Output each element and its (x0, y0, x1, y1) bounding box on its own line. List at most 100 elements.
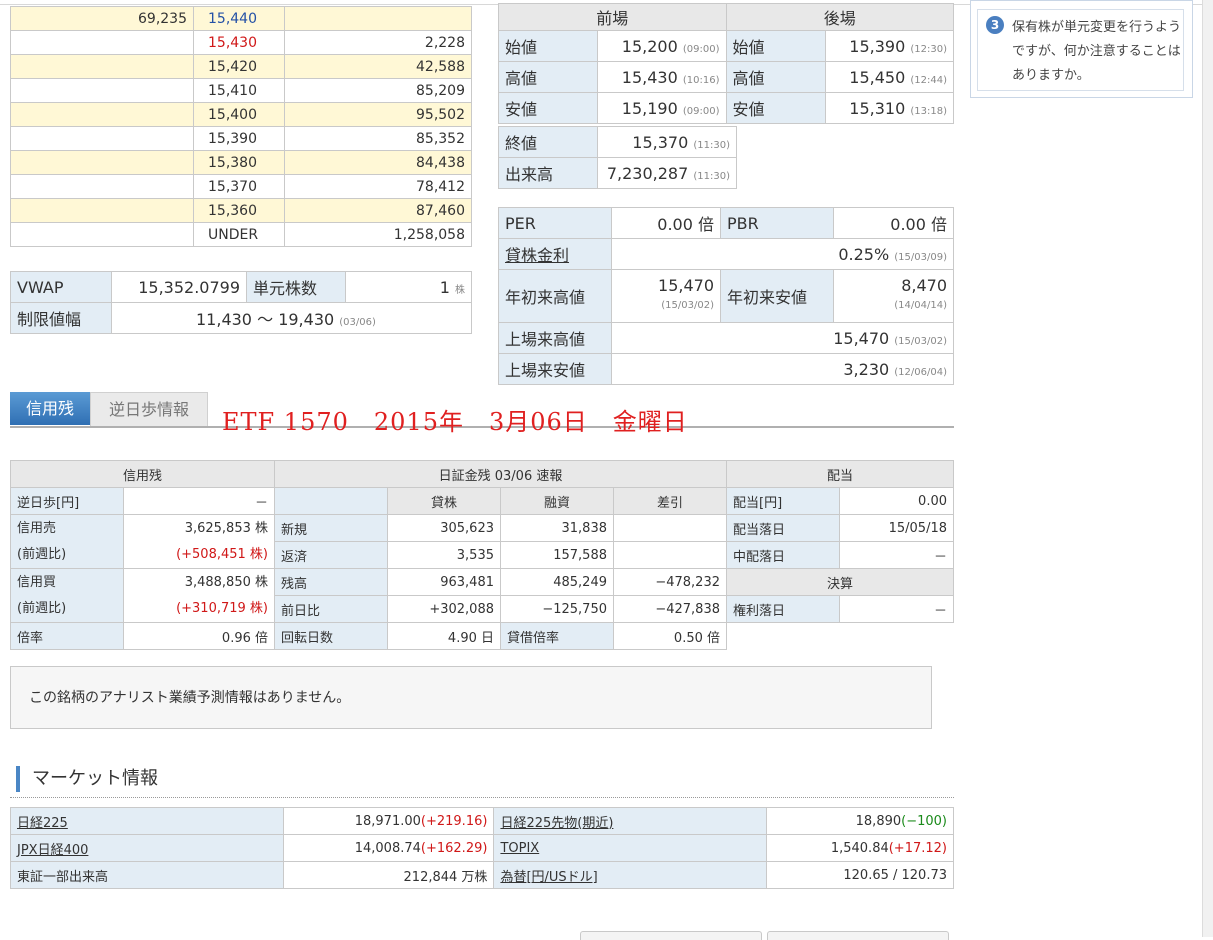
vwap-table: VWAP 15,352.0799 単元株数 1 株 制限値幅 11,430 〜 … (10, 271, 472, 334)
credit-buy-title: 信用買 (17, 574, 57, 590)
listed-low-label: 上場来安値 (498, 353, 612, 385)
ytd-low-number: 8,470 (901, 276, 947, 295)
dividend-header: 配当 (726, 460, 954, 488)
ytd-high-date: (15/03/02) (661, 300, 714, 311)
pm-price: 15,450 (849, 67, 906, 87)
board-price: UNDER (193, 222, 285, 247)
tab-reverse-daily-fee[interactable]: 逆日歩情報 (90, 392, 208, 426)
per-unit: 倍 (697, 215, 714, 234)
pm-price: 15,390 (849, 36, 906, 56)
overlay-annotation: ETF 1570 2015年 3月06日 金曜日 (222, 408, 688, 436)
buy-quantity: 95,502 (284, 102, 472, 127)
new-loan: 31,838 (500, 514, 614, 542)
market-value-change: (+17.12) (888, 840, 947, 856)
listed-low-number: 3,230 (843, 359, 890, 379)
pm-value: 15,390 (12:30) (824, 30, 954, 62)
board-price: 15,440 (193, 6, 285, 31)
market-index-label[interactable]: 日経225 (10, 807, 284, 835)
credit-header: 信用残 (10, 460, 275, 488)
new-label: 新規 (274, 514, 388, 542)
pm-time: (12:44) (910, 74, 947, 86)
unit-value: 1 株 (345, 271, 472, 303)
market-index-label[interactable]: 東証一部出来高 (10, 861, 284, 889)
unit-suffix: 株 (455, 284, 465, 296)
board-price: 15,410 (193, 78, 285, 103)
balance-lend: 963,481 (387, 568, 501, 596)
board-price: 15,370 (193, 174, 285, 199)
market-index-link[interactable]: JPX日経400 (17, 843, 88, 858)
prev-day-lend: +302,088 (387, 595, 501, 623)
faq-tip-text[interactable]: 保有株が単元変更を行うようですが、何か注意することはありますか。 (1012, 16, 1182, 88)
close-time: (11:30) (693, 139, 730, 151)
board-row: UNDER 1,258,058 (10, 222, 472, 247)
board-price: 15,430 (193, 30, 285, 55)
bottom-button-left[interactable] (580, 931, 762, 940)
close-number: 15,370 (632, 132, 689, 152)
market-index-link[interactable]: 為替[円/USドル] (500, 870, 597, 885)
new-lend: 305,623 (387, 514, 501, 542)
tab-margin-balance[interactable]: 信用残 (10, 392, 90, 425)
market-title: マーケット情報 (16, 766, 158, 792)
nissho-corner (274, 487, 388, 515)
col-lend: 貸株 (387, 487, 501, 515)
board-row: 15,360 87,460 (10, 198, 472, 223)
sell-quantity (10, 54, 194, 79)
pm-time: (12:30) (910, 43, 947, 55)
ex-dividend-value: 15/05/18 (839, 514, 954, 542)
margin-table: 信用残 日証金残 03/06 速報 配当 逆日歩[円] － 貸株 融資 差引 配… (10, 460, 954, 650)
session-close-table: 終値 15,370 (11:30) 出来高 7,230,287 (11:30) (498, 126, 737, 189)
market-index-label[interactable]: JPX日経400 (10, 834, 284, 862)
am-price: 15,190 (621, 98, 678, 118)
board-price: 15,380 (193, 150, 285, 175)
market-index-link[interactable]: 日経225 (17, 816, 68, 831)
lending-rate-link[interactable]: 貸株金利 (505, 246, 569, 265)
faq-tip[interactable]: 3 保有株が単元変更を行うようですが、何か注意することはありますか。 (970, 0, 1193, 98)
market-index-link[interactable]: TOPIX (500, 841, 539, 856)
mid-ex-value: － (839, 541, 954, 569)
board-price: 15,390 (193, 126, 285, 151)
ex-dividend-label: 配当落日 (726, 514, 840, 542)
bottom-button-right[interactable] (767, 931, 949, 940)
prev-day-diff: −427,838 (613, 595, 727, 623)
sell-quantity: 69,235 (10, 6, 194, 31)
market-value-number: 1,540.84 (830, 840, 889, 856)
order-board: 69,235 15,440 15,430 2,228 15,420 42,588 15,41… (10, 6, 472, 247)
session-table: 前場 後場 始値 15,200 (09:00) 始値 15,390 (12:30) 高値… (498, 3, 954, 124)
market-index-link[interactable]: 日経225先物(期近) (500, 816, 613, 831)
prev-day-label: 前日比 (274, 595, 388, 623)
turnover-value: 4.90 日 (387, 622, 501, 650)
market-value-number: 212,844 万株 (403, 869, 488, 885)
market-index-label[interactable]: 為替[円/USドル] (493, 861, 768, 889)
am-price: 15,430 (621, 67, 678, 87)
board-row: 69,235 15,440 (10, 6, 472, 31)
am-time: (09:00) (682, 43, 720, 55)
dividend-value: 0.00 (839, 487, 954, 515)
buy-quantity: 87,460 (284, 198, 472, 223)
limit-label: 制限値幅 (10, 302, 112, 334)
board-row: 15,410 85,209 (10, 78, 472, 103)
listed-high-date: (15/03/02) (894, 335, 947, 347)
scrollbar[interactable] (1202, 0, 1213, 937)
am-label: 安値 (498, 92, 598, 124)
limit-range: 11,430 〜 19,430 (03/06) (111, 302, 472, 334)
volume-label: 出来高 (498, 157, 598, 189)
market-index-label[interactable]: 日経225先物(期近) (493, 807, 768, 835)
rights-ex-value: － (839, 595, 954, 623)
pm-label: 安値 (725, 92, 826, 124)
lending-rate-label[interactable]: 貸株金利 (498, 238, 612, 270)
board-price: 15,360 (193, 198, 285, 223)
board-row: 15,390 85,352 (10, 126, 472, 151)
credit-buy-label: 信用買 (前週比) (10, 568, 124, 623)
board-row: 15,400 95,502 (10, 102, 472, 127)
market-index-label[interactable]: TOPIX (493, 834, 768, 862)
am-header: 前場 (498, 3, 727, 31)
buy-quantity: 1,258,058 (284, 222, 472, 247)
limit-date: (03/06) (339, 317, 376, 328)
vwap-value: 15,352.0799 (111, 271, 247, 303)
board-row: 15,380 84,438 (10, 150, 472, 175)
market-index-value: 212,844 万株 (282, 861, 495, 889)
limit-high: 19,430 (278, 310, 335, 329)
lending-rate-date: (15/03/09) (894, 251, 947, 263)
board-row: 15,370 78,412 (10, 174, 472, 199)
market-index-link[interactable]: 東証一部出来高 (17, 870, 108, 885)
